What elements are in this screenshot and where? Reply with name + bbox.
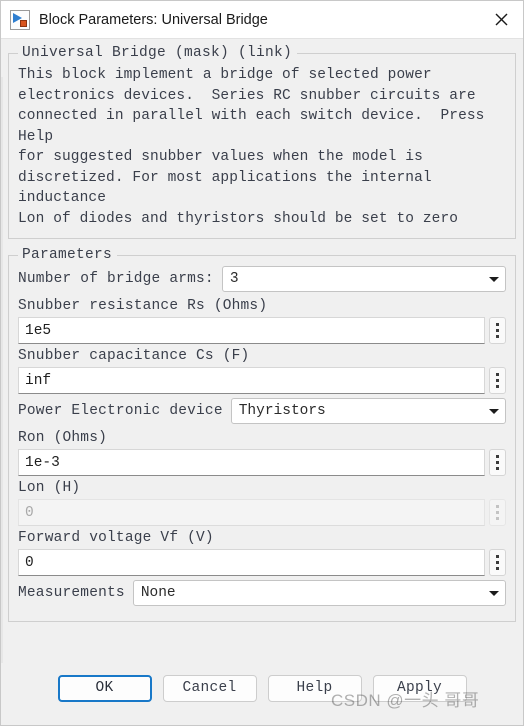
snubber-resistance-rs-more-options-icon[interactable] (489, 317, 506, 344)
measurements-value: None (140, 585, 176, 601)
panel-left-edge (1, 77, 3, 663)
measurements-label: Measurements (18, 585, 125, 601)
forward-voltage-vf-field-wrapper: 0 (18, 549, 506, 576)
parameter-row-lon-h: Lon (H) 0 (18, 480, 506, 526)
simulink-block-icon (10, 9, 30, 30)
forward-voltage-vf-label: Forward voltage Vf (V) (18, 530, 214, 546)
snubber-capacitance-cs-more-options-icon[interactable] (489, 367, 506, 394)
parameter-row-forward-voltage-vf: Forward voltage Vf (V) 0 (18, 530, 506, 576)
description-group: Universal Bridge (mask) (link) This bloc… (8, 45, 516, 239)
snubber-capacitance-cs-label: Snubber capacitance Cs (F) (18, 348, 250, 364)
cancel-button[interactable]: Cancel (162, 674, 257, 702)
parameter-row-measurements: Measurements None (18, 580, 506, 606)
snubber-resistance-rs-field-wrapper: 1e5 (18, 317, 506, 344)
number-of-bridge-arms-dropdown[interactable]: 3 (221, 266, 506, 292)
dialog-button-bar: OK Cancel Help Apply CSDN @一头 哥哥 (1, 663, 523, 725)
close-icon[interactable] (479, 1, 523, 38)
snubber-resistance-rs-value: 1e5 (25, 322, 52, 339)
ron-ohms-value: 1e-3 (25, 454, 60, 471)
number-of-bridge-arms-value: 3 (229, 271, 239, 287)
power-electronic-device-label: Power Electronic device (18, 403, 223, 419)
parameter-row-number-of-bridge-arms: Number of bridge arms: 3 (18, 266, 506, 292)
help-button[interactable]: Help (267, 674, 362, 702)
ron-ohms-input[interactable]: 1e-3 (18, 449, 485, 476)
description-text: This block implement a bridge of selecte… (18, 67, 485, 227)
dialog-content: Universal Bridge (mask) (link) This bloc… (1, 39, 523, 663)
parameters-group: Parameters Number of bridge arms: 3 Snubbe… (8, 247, 516, 622)
ron-ohms-more-options-icon[interactable] (489, 449, 506, 476)
description-group-legend: Universal Bridge (mask) (link) (22, 45, 293, 61)
ron-ohms-field-wrapper: 1e-3 (18, 449, 506, 476)
parameter-row-power-electronic-device: Power Electronic device Thyristors (18, 398, 506, 424)
snubber-resistance-rs-label: Snubber resistance Rs (Ohms) (18, 298, 268, 314)
lon-h-input: 0 (18, 499, 485, 526)
dialog-buttons: OK Cancel Help Apply (57, 674, 467, 702)
parameter-row-ron-ohms: Ron (Ohms) 1e-3 (18, 430, 506, 476)
measurements-dropdown[interactable]: None (132, 580, 506, 606)
apply-button[interactable]: Apply (372, 674, 467, 702)
parameter-row-snubber-resistance-rs: Snubber resistance Rs (Ohms) 1e5 (18, 298, 506, 344)
parameters-field-list: Number of bridge arms: 3 Snubber resistanc… (18, 266, 506, 606)
chevron-down-icon (489, 276, 499, 282)
chevron-down-icon (489, 408, 499, 414)
forward-voltage-vf-more-options-icon[interactable] (489, 549, 506, 576)
parameter-row-snubber-capacitance-cs: Snubber capacitance Cs (F) inf (18, 348, 506, 394)
lon-h-label: Lon (H) (18, 480, 81, 496)
power-electronic-device-dropdown[interactable]: Thyristors (230, 398, 506, 424)
number-of-bridge-arms-label: Number of bridge arms: (18, 271, 214, 287)
ron-ohms-label: Ron (Ohms) (18, 430, 108, 446)
chevron-down-icon (489, 590, 499, 596)
lon-h-more-options-icon (489, 499, 506, 526)
lon-h-value: 0 (25, 504, 34, 521)
parameters-group-legend: Parameters (22, 247, 113, 263)
snubber-resistance-rs-input[interactable]: 1e5 (18, 317, 485, 344)
title-bar: Block Parameters: Universal Bridge (1, 1, 523, 39)
snubber-capacitance-cs-value: inf (25, 372, 52, 389)
forward-voltage-vf-input[interactable]: 0 (18, 549, 485, 576)
block-parameters-dialog: Block Parameters: Universal Bridge Unive… (0, 0, 524, 726)
forward-voltage-vf-value: 0 (25, 554, 34, 571)
power-electronic-device-value: Thyristors (238, 403, 326, 419)
snubber-capacitance-cs-field-wrapper: inf (18, 367, 506, 394)
ok-button[interactable]: OK (57, 674, 152, 702)
snubber-capacitance-cs-input[interactable]: inf (18, 367, 485, 394)
lon-h-field-wrapper: 0 (18, 499, 506, 526)
window-title: Block Parameters: Universal Bridge (39, 11, 268, 28)
